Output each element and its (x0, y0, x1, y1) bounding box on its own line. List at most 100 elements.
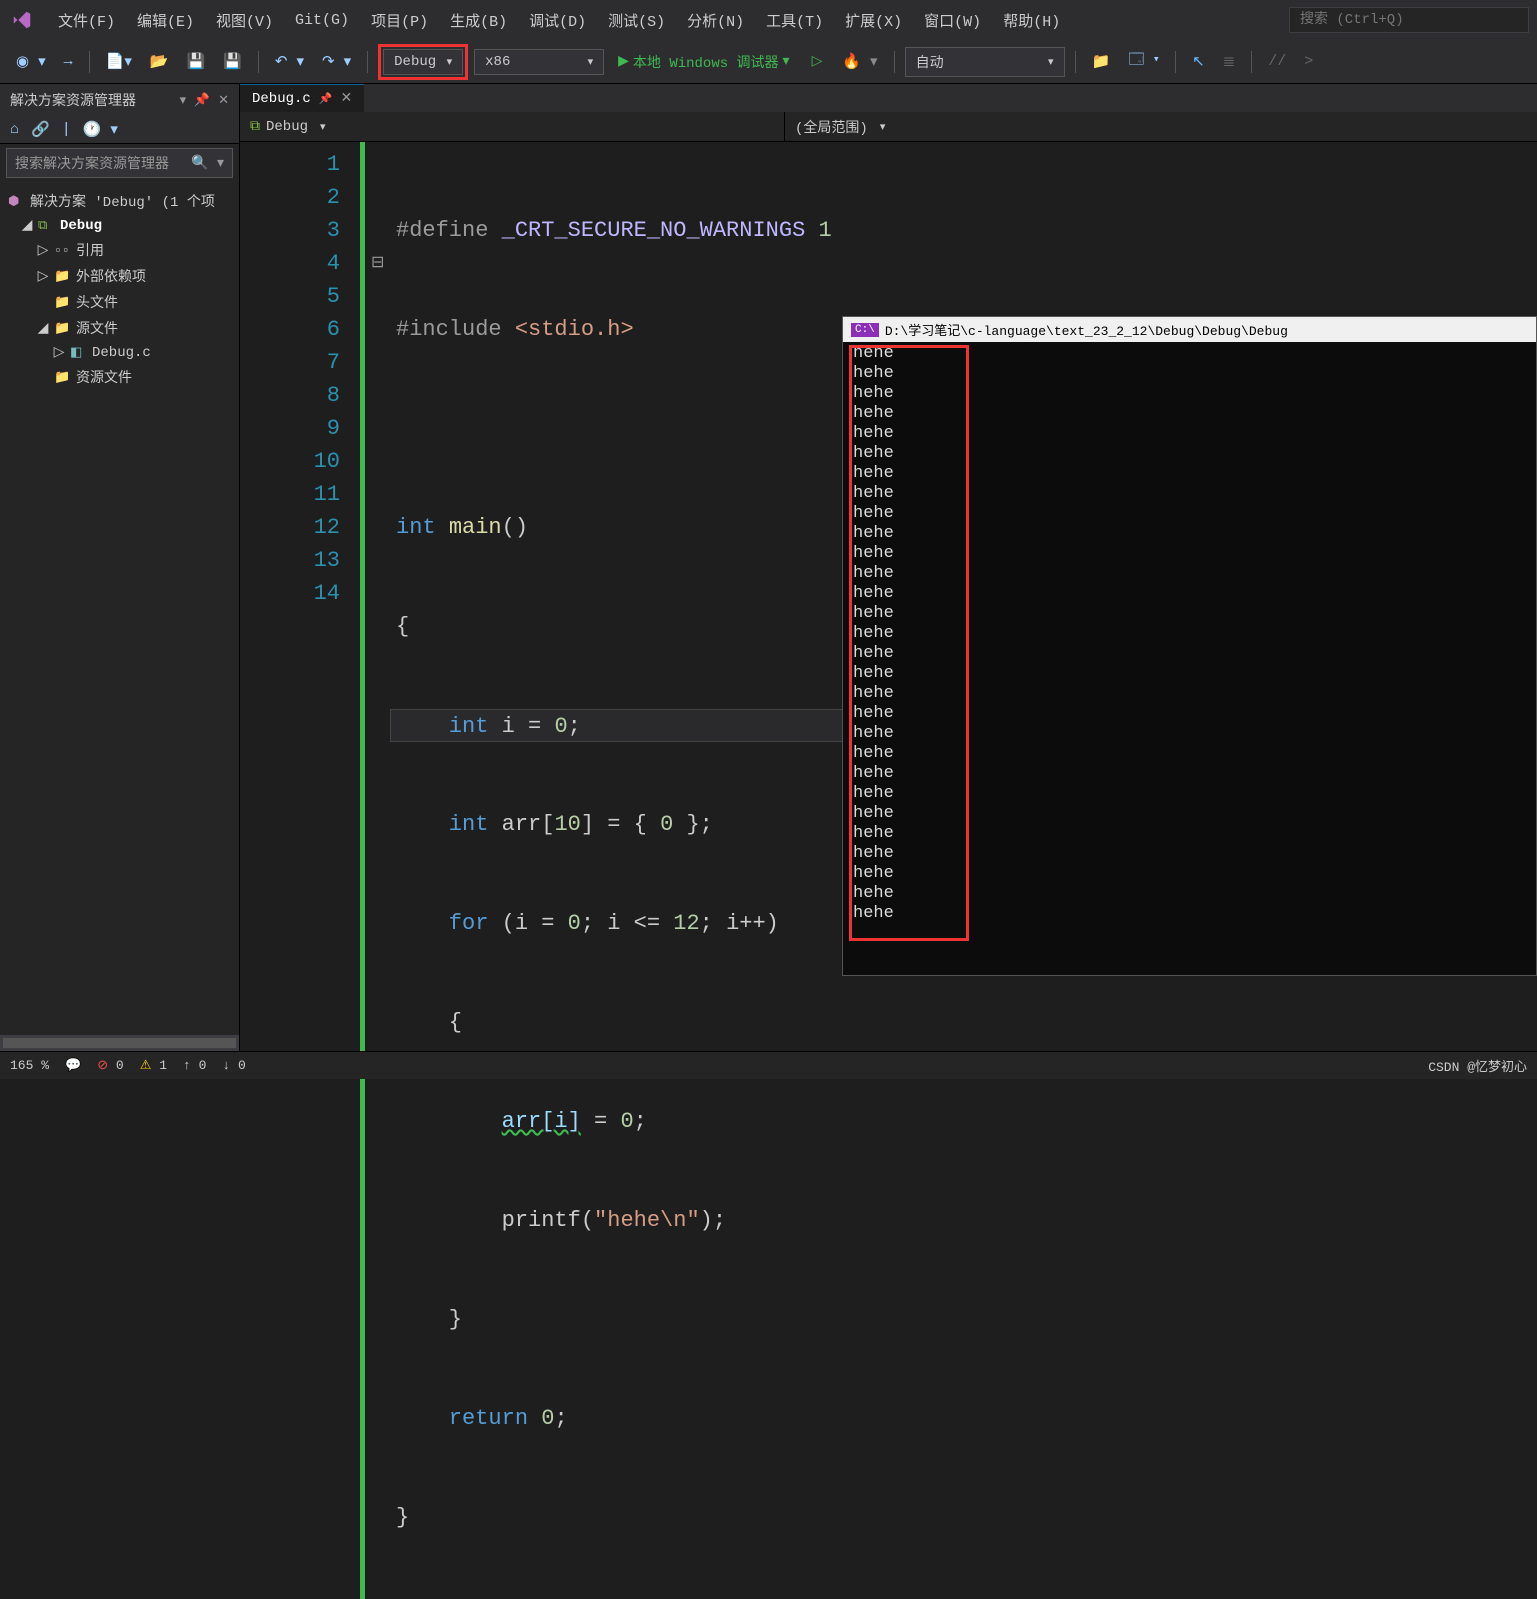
comment-icon[interactable]: // (1262, 49, 1292, 74)
console-line: hehe (843, 784, 1536, 804)
config-dropdown[interactable]: Debug (383, 49, 463, 75)
down-count: ↓ 0 (222, 1058, 245, 1073)
menu-project[interactable]: 项目(P) (361, 4, 438, 37)
tab-debug-c[interactable]: Debug.c 📌 ✕ (240, 84, 364, 112)
sources-node[interactable]: ◢ 📁 源文件 (4, 315, 235, 341)
resources-node[interactable]: 📁 资源文件 (4, 364, 235, 390)
source-file-node[interactable]: ▷ ◧ Debug.c (4, 341, 235, 364)
expand-icon[interactable]: ◢ (36, 320, 50, 337)
feedback-icon[interactable]: 💬 (65, 1058, 81, 1073)
zoom-level[interactable]: 165 % (10, 1058, 49, 1073)
references-node[interactable]: ▷ ▫▫ 引用 (4, 237, 235, 263)
quick-search-input[interactable] (1289, 7, 1529, 33)
folder-icon: 📁 (54, 321, 72, 336)
menu-test[interactable]: 测试(S) (598, 4, 675, 37)
undo-button[interactable]: ↶ ▾ (269, 48, 310, 75)
redo-button[interactable]: ↷ ▾ (316, 48, 357, 75)
open-button[interactable]: 📂 (144, 48, 175, 75)
line-number: 1 (240, 148, 340, 181)
panel-title: 解决方案资源管理器 (10, 90, 136, 110)
console-titlebar[interactable]: C:\ D:\学习笔记\c-language\text_23_2_12\Debu… (843, 317, 1536, 342)
expand-icon[interactable]: ▷ (36, 268, 50, 285)
window-icon[interactable]: 🗔 ▾ (1122, 45, 1165, 78)
status-bar: 165 % 💬 ⊘ 0 ⚠ 1 ↑ 0 ↓ 0 CSDN @忆梦初心 (0, 1051, 1537, 1079)
line-number: 6 (240, 313, 340, 346)
history-icon[interactable]: 🕐 ▾ (83, 120, 118, 139)
pin-icon[interactable]: 📌 (319, 92, 333, 106)
menu-analyze[interactable]: 分析(N) (677, 4, 754, 37)
console-line: hehe (843, 584, 1536, 604)
headers-node[interactable]: 📁 头文件 (4, 289, 235, 315)
console-window: C:\ D:\学习笔记\c-language\text_23_2_12\Debu… (842, 316, 1537, 976)
folder-icon[interactable]: 📁 (1086, 48, 1117, 75)
sync-icon[interactable]: 🔗 (31, 120, 50, 139)
platform-dropdown[interactable]: x86 (474, 49, 604, 75)
console-line: hehe (843, 884, 1536, 904)
hot-reload-button[interactable]: 🔥 ▾ (836, 48, 883, 75)
home-icon[interactable]: ⌂ (10, 121, 19, 138)
menu-edit[interactable]: 编辑(E) (127, 4, 204, 37)
solution-tree: ⬢ 解决方案 'Debug' (1 个项 ◢ ⧉ Debug ▷ ▫▫ 引用 ▷… (0, 182, 239, 1035)
menu-help[interactable]: 帮助(H) (993, 4, 1070, 37)
project-node[interactable]: ◢ ⧉ Debug (4, 214, 235, 237)
cursor-icon[interactable]: ↖ (1186, 48, 1211, 75)
line-number: 5 (240, 280, 340, 313)
project-icon: ⧉ (250, 119, 260, 135)
menu-window[interactable]: 窗口(W) (914, 4, 991, 37)
menu-tools[interactable]: 工具(T) (756, 4, 833, 37)
new-project-button[interactable]: 📄▾ (100, 48, 138, 75)
ext-label: 外部依赖项 (76, 266, 146, 286)
console-output[interactable]: hehehehehehehehehehehehehehehehehehehehe… (843, 342, 1536, 924)
warning-count[interactable]: ⚠ 1 (140, 1058, 167, 1073)
sources-label: 源文件 (76, 318, 118, 338)
pin-icon[interactable]: ▾ 📌 (180, 93, 211, 108)
console-line: hehe (843, 724, 1536, 744)
console-line: hehe (843, 444, 1536, 464)
console-title-text: D:\学习笔记\c-language\text_23_2_12\Debug\De… (885, 320, 1288, 339)
solution-node[interactable]: ⬢ 解决方案 'Debug' (1 个项 (4, 188, 235, 214)
cfile-icon: ◧ (70, 345, 88, 360)
menubar: 文件(F) 编辑(E) 视图(V) Git(G) 项目(P) 生成(B) 调试(… (0, 0, 1537, 40)
project-icon: ⧉ (38, 218, 56, 233)
res-label: 资源文件 (76, 367, 132, 387)
run-debug-button[interactable]: ▶ 本地 Windows 调试器 ▾ (610, 48, 797, 76)
console-line: hehe (843, 464, 1536, 484)
scope-global-dropdown[interactable]: (全局范围) (785, 112, 1537, 141)
run-nodebug-button[interactable]: ▷ (804, 49, 831, 74)
uncomment-icon[interactable]: > (1298, 49, 1319, 74)
menu-extensions[interactable]: 扩展(X) (835, 4, 912, 37)
menu-view[interactable]: 视图(V) (206, 4, 283, 37)
auto-dropdown[interactable]: 自动 (905, 47, 1065, 77)
menu-file[interactable]: 文件(F) (48, 4, 125, 37)
console-line: hehe (843, 624, 1536, 644)
console-line: hehe (843, 644, 1536, 664)
close-icon[interactable]: ✕ (341, 90, 353, 107)
console-line: hehe (843, 364, 1536, 384)
console-line: hehe (843, 824, 1536, 844)
run-label: 本地 Windows 调试器 (633, 52, 779, 72)
scope-project-dropdown[interactable]: ⧉ Debug (240, 112, 785, 141)
sidebar-scrollbar[interactable] (0, 1035, 239, 1051)
nav-fwd-button[interactable]: → (58, 49, 79, 74)
menu-debug[interactable]: 调试(D) (519, 4, 596, 37)
save-button[interactable]: 💾 (181, 48, 212, 75)
nav-back-button[interactable]: ◉ ▾ (10, 48, 52, 75)
expand-icon[interactable]: ◢ (20, 217, 34, 234)
save-all-button[interactable]: 💾 (217, 48, 248, 75)
headers-label: 头文件 (76, 292, 118, 312)
indent-icon[interactable]: ≣ (1217, 48, 1242, 75)
expand-icon[interactable]: ▷ (52, 344, 66, 361)
line-number: 8 (240, 379, 340, 412)
extdeps-node[interactable]: ▷ 📁 外部依赖项 (4, 263, 235, 289)
menu-git[interactable]: Git(G) (285, 6, 359, 35)
scope-label: (全局范围) (795, 117, 868, 137)
menu-build[interactable]: 生成(B) (440, 4, 517, 37)
console-line: hehe (843, 404, 1536, 424)
expand-icon[interactable]: ▷ (36, 242, 50, 259)
solution-label: 解决方案 'Debug' (1 个项 (30, 191, 215, 211)
console-line: hehe (843, 484, 1536, 504)
panel-close-icon[interactable]: ✕ (218, 93, 229, 108)
fold-icon[interactable]: ⊟ (371, 247, 384, 280)
error-count[interactable]: ⊘ 0 (97, 1058, 124, 1073)
solution-search-input[interactable]: 搜索解决方案资源管理器 🔍 ▾ (6, 148, 233, 178)
